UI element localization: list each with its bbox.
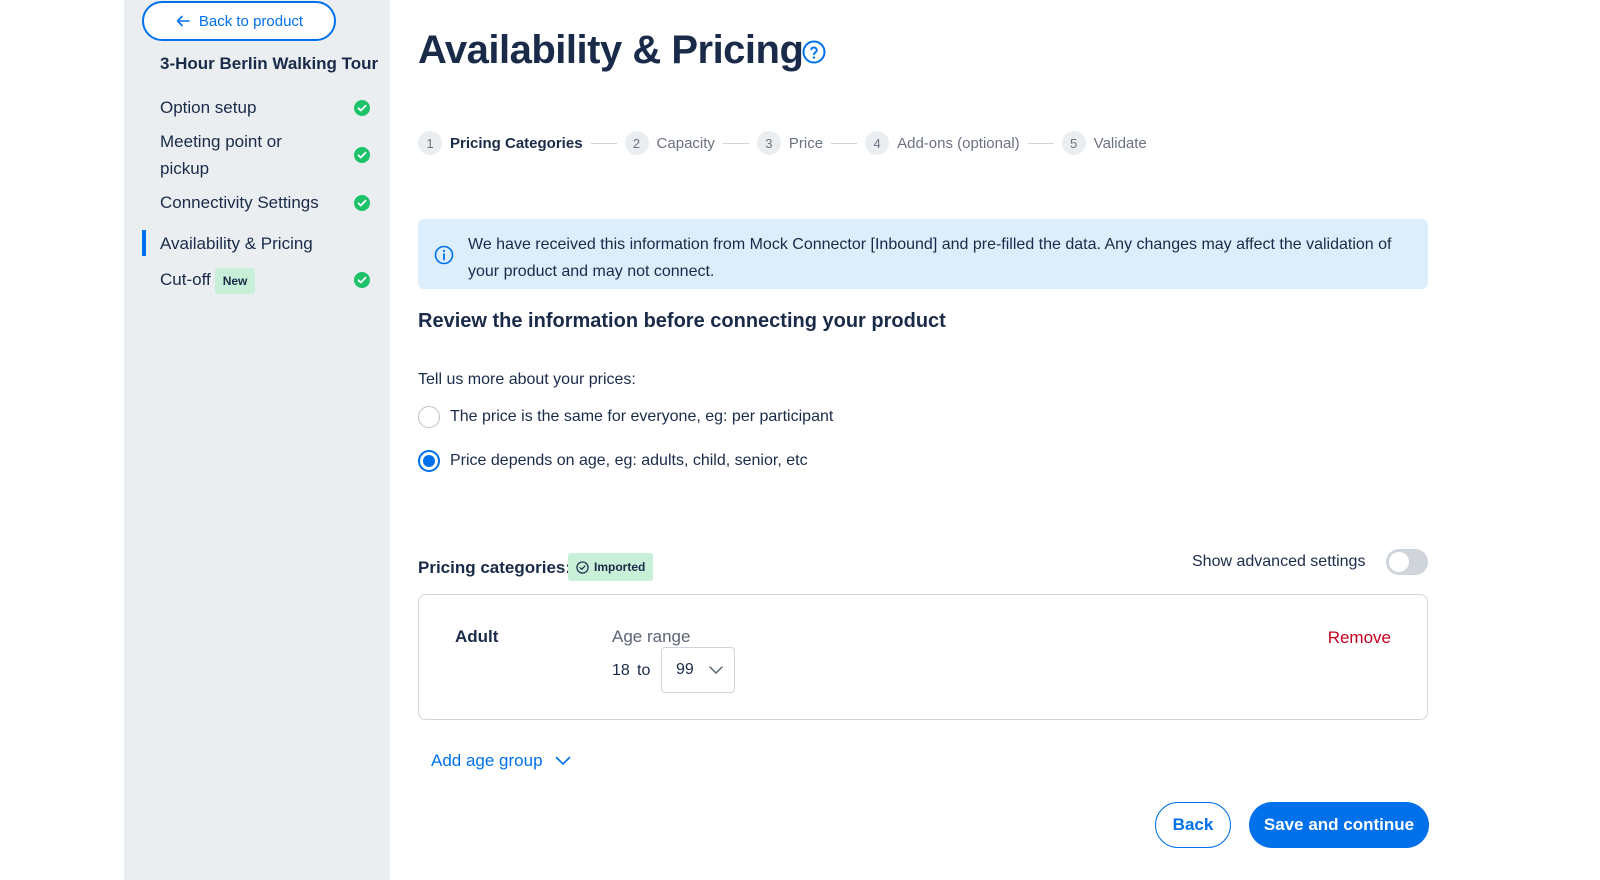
step-number: 4: [865, 131, 890, 155]
remove-category-link[interactable]: Remove: [1328, 628, 1391, 648]
radio-button[interactable]: [418, 450, 440, 472]
step-connector: [831, 142, 858, 144]
sidebar-item-availability-pricing[interactable]: Availability & Pricing: [160, 230, 370, 257]
sidebar-item-connectivity-settings[interactable]: Connectivity Settings: [160, 189, 370, 216]
step-connector: [1027, 142, 1054, 144]
check-circle-icon: [354, 147, 370, 163]
info-text: We have received this information from M…: [468, 236, 1392, 280]
step-label: Pricing Categories: [450, 134, 583, 152]
step-number: 1: [418, 131, 442, 155]
prices-question: Tell us more about your prices:: [418, 371, 636, 388]
check-circle-icon: [354, 100, 370, 116]
chevron-down-icon: [709, 666, 723, 674]
info-banner: We have received this information from M…: [418, 219, 1428, 289]
step-add-ons[interactable]: 4 Add-ons (optional): [865, 131, 1020, 155]
category-name: Adult: [455, 627, 499, 646]
new-badge: New: [214, 267, 256, 294]
pricing-category-card: Adult Age range 18 to 99 Remove: [418, 594, 1428, 720]
info-icon: [434, 245, 454, 265]
step-label: Add-ons (optional): [897, 134, 1020, 152]
back-to-product-button[interactable]: Back to product: [142, 1, 336, 41]
radio-dot: [423, 455, 435, 467]
chevron-down-icon: [555, 756, 570, 765]
step-pricing-categories[interactable]: 1 Pricing Categories: [418, 131, 583, 155]
pricing-categories-label: Pricing categories:: [418, 558, 572, 577]
back-button[interactable]: Back: [1155, 802, 1231, 848]
radio-label: Price depends on age, eg: adults, child,…: [450, 452, 808, 469]
sidebar-item-label: Option setup: [160, 98, 257, 117]
step-price[interactable]: 3 Price: [756, 131, 824, 155]
page-title: Availability & Pricing: [418, 28, 804, 72]
sidebar-item-label: Availability & Pricing: [160, 234, 313, 253]
age-from-value: 18: [612, 662, 630, 679]
active-indicator: [142, 230, 146, 256]
age-range-label: Age range: [612, 627, 691, 646]
step-number: 5: [1061, 131, 1086, 155]
sidebar-item-option-setup[interactable]: Option setup: [160, 94, 370, 121]
step-label: Price: [788, 134, 824, 152]
advanced-settings-toggle[interactable]: [1386, 549, 1428, 575]
step-label: Validate: [1093, 134, 1147, 152]
stepper: 1 Pricing Categories 2 Capacity 3 Price …: [418, 130, 1147, 156]
imported-label: Imported: [594, 560, 646, 574]
radio-price-by-age[interactable]: Price depends on age, eg: adults, child,…: [418, 450, 808, 472]
arrow-left-icon: [176, 15, 190, 27]
sidebar-item-label: Cut-off: [160, 270, 211, 289]
radio-same-price[interactable]: The price is the same for everyone, eg: …: [418, 406, 833, 428]
age-to-label: to: [637, 662, 651, 679]
step-number: 3: [756, 131, 781, 155]
radio-button[interactable]: [418, 406, 440, 428]
save-and-continue-button[interactable]: Save and continue: [1249, 802, 1429, 848]
sidebar-item-label: Meeting point or pickup: [160, 132, 282, 178]
review-heading: Review the information before connecting…: [418, 310, 946, 332]
check-circle-icon: [354, 195, 370, 211]
product-title: 3-Hour Berlin Walking Tour: [160, 54, 379, 73]
back-to-product-label: Back to product: [198, 12, 304, 30]
radio-label: The price is the same for everyone, eg: …: [450, 408, 834, 425]
step-connector: [722, 142, 749, 144]
help-icon[interactable]: [802, 40, 826, 64]
add-age-group-label: Add age group: [431, 751, 543, 770]
advanced-settings-label: Show advanced settings: [1192, 553, 1366, 570]
main-content: Availability & Pricing 1 Pricing Categor…: [418, 0, 1600, 880]
check-circle-icon: [354, 272, 370, 288]
age-to-select[interactable]: 99: [661, 647, 735, 693]
check-circle-outline-icon: [576, 560, 589, 574]
toggle-knob: [1389, 552, 1409, 572]
sidebar-item-label: Connectivity Settings: [160, 193, 319, 212]
sidebar: Back to product 3-Hour Berlin Walking To…: [124, 0, 390, 880]
step-label: Capacity: [656, 134, 715, 152]
age-to-value: 99: [676, 661, 694, 678]
sidebar-item-meeting-point[interactable]: Meeting point or pickup: [160, 128, 310, 182]
step-connector: [590, 142, 617, 144]
add-age-group-dropdown[interactable]: Add age group: [431, 751, 571, 771]
step-validate[interactable]: 5 Validate: [1061, 131, 1147, 155]
sidebar-item-cut-off[interactable]: Cut-off New: [160, 266, 370, 294]
imported-badge: Imported: [568, 553, 654, 581]
step-capacity[interactable]: 2 Capacity: [624, 131, 715, 155]
step-number: 2: [624, 131, 649, 155]
